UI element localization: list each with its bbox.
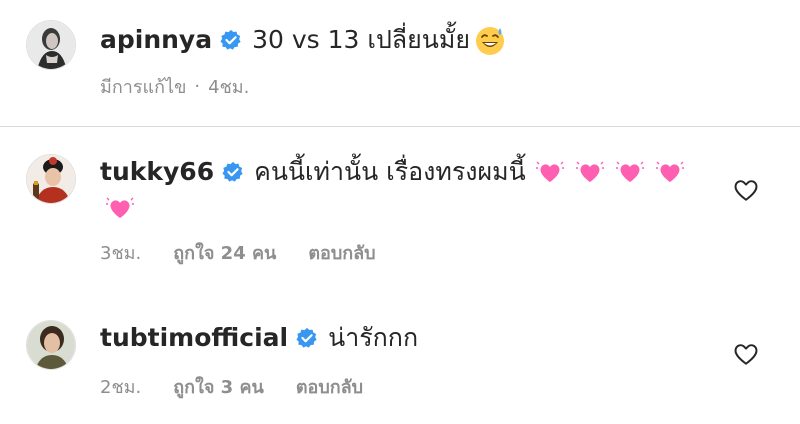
growing-heart-emoji-icon (106, 197, 134, 218)
caption-text: 30 vs 13 เปลี่ยนมั้ย (252, 25, 470, 54)
meta-separator: · (194, 76, 201, 97)
likes-count[interactable]: ถูกใจ 24 คน (173, 238, 276, 267)
avatar-tubtimofficial[interactable] (26, 320, 76, 370)
verified-badge-icon (222, 161, 243, 182)
verified-badge-icon (296, 327, 317, 348)
caption-username[interactable]: apinnya (100, 24, 212, 56)
likes-count[interactable]: ถูกใจ 3 คน (173, 372, 264, 401)
caption-block: apinnya 30 vs 13 เปลี่ยนมั้ย มีการแก้ไข … (0, 0, 800, 126)
reply-button[interactable]: ตอบกลับ (296, 372, 363, 401)
comment-time: 2ชม. (100, 377, 142, 398)
caption-time: 4ชม. (208, 77, 250, 98)
growing-heart-emoji-icon (575, 161, 604, 182)
growing-heart-emoji-icon (655, 161, 684, 182)
growing-heart-emoji-icon (535, 161, 564, 182)
comment-username[interactable]: tukky66 (100, 156, 214, 188)
sweat-smile-emoji-icon (476, 27, 504, 55)
comment-line: tubtimofficial น่ารักกก (100, 322, 418, 354)
avatar-apinnya[interactable] (26, 20, 76, 70)
comment-text: น่ารักกก (328, 323, 419, 352)
comment-meta: 2ชม. ถูกใจ 3 คน ตอบกลับ (100, 372, 363, 401)
edited-label: มีการแก้ไข (100, 77, 187, 98)
growing-heart-emoji-icon (615, 161, 644, 182)
avatar-tukky66[interactable] (26, 154, 76, 204)
comment-meta: 3ชม. ถูกใจ 24 คน ตอบกลับ (100, 238, 376, 267)
caption-line: apinnya 30 vs 13 เปลี่ยนมั้ย (100, 24, 506, 56)
caption-meta: มีการแก้ไข · 4ชม. (100, 72, 249, 101)
comment-username[interactable]: tubtimofficial (100, 322, 288, 354)
comment-line: tukky66 คนนี้เท่านั้น เรื่องทรงผมนี้ (100, 156, 684, 188)
like-heart-icon[interactable] (733, 178, 759, 202)
comment-time: 3ชม. (100, 243, 142, 264)
verified-badge-icon (220, 29, 241, 50)
heart-emoji-row (535, 158, 684, 186)
reply-button[interactable]: ตอบกลับ (308, 238, 375, 267)
comment-text: คนนี้เท่านั้น เรื่องทรงผมนี้ (254, 157, 526, 186)
like-heart-icon[interactable] (733, 342, 759, 366)
divider (0, 126, 800, 127)
